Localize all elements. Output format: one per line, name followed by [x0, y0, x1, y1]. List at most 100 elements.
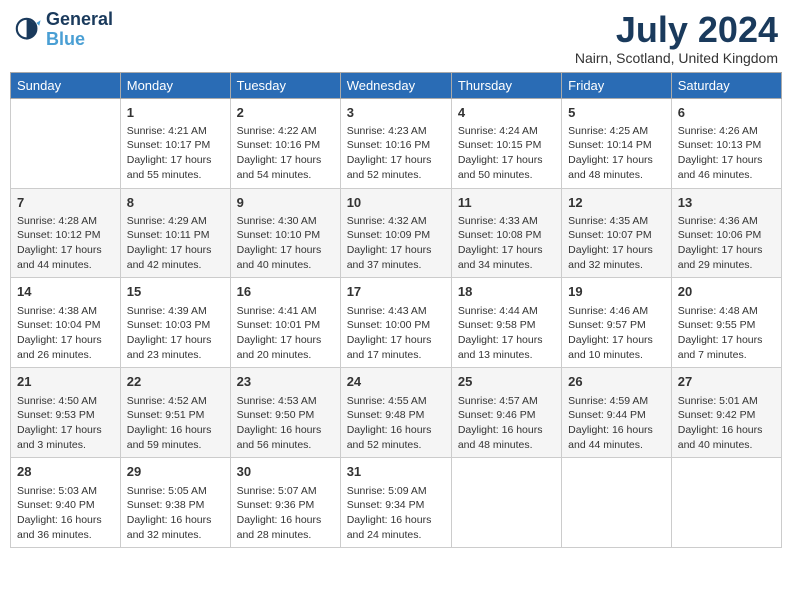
calendar-cell: 5Sunrise: 4:25 AM Sunset: 10:14 PM Dayli… [562, 98, 672, 188]
calendar-table: SundayMondayTuesdayWednesdayThursdayFrid… [10, 72, 782, 549]
day-info: Sunrise: 4:38 AM Sunset: 10:04 PM Daylig… [17, 304, 114, 363]
day-header-saturday: Saturday [671, 72, 781, 98]
day-header-tuesday: Tuesday [230, 72, 340, 98]
day-info: Sunrise: 4:44 AM Sunset: 9:58 PM Dayligh… [458, 304, 555, 363]
day-number: 17 [347, 283, 445, 301]
calendar-cell: 12 Sunrise: 4:35 AM Sunset: 10:07 PM Dayl… [562, 188, 672, 278]
calendar-cell: 28 Sunrise: 5:03 AM Sunset: 9:40 PM Dayli… [11, 458, 121, 548]
day-number: 13 [678, 194, 775, 212]
day-number: 31 [347, 463, 445, 481]
day-info: Sunrise: 4:30 AM Sunset: 10:10 PM Daylig… [237, 214, 334, 273]
week-row-4: 21Sunrise: 4:50 AM Sunset: 9:53 PM Dayli… [11, 368, 782, 458]
week-row-2: 7Sunrise: 4:28 AM Sunset: 10:12 PM Dayli… [11, 188, 782, 278]
calendar-cell: 1Sunrise: 4:21 AM Sunset: 10:17 PM Dayli… [120, 98, 230, 188]
calendar-cell: 25Sunrise: 4:57 AM Sunset: 9:46 PM Dayli… [451, 368, 561, 458]
calendar-cell: 19 Sunrise: 4:46 AM Sunset: 9:57 PM Dayli… [562, 278, 672, 368]
day-header-thursday: Thursday [451, 72, 561, 98]
page-header: General Blue July 2024 Nairn, Scotland, … [10, 10, 782, 66]
week-row-1: 1Sunrise: 4:21 AM Sunset: 10:17 PM Dayli… [11, 98, 782, 188]
day-number: 14 [17, 283, 114, 301]
week-row-5: 28 Sunrise: 5:03 AM Sunset: 9:40 PM Dayli… [11, 458, 782, 548]
day-number: 29 [127, 463, 224, 481]
calendar-cell [671, 458, 781, 548]
calendar-cell: 9 Sunrise: 4:30 AM Sunset: 10:10 PM Dayli… [230, 188, 340, 278]
day-number: 4 [458, 104, 555, 122]
day-header-wednesday: Wednesday [340, 72, 451, 98]
logo-icon [14, 16, 42, 44]
calendar-cell [562, 458, 672, 548]
day-info: Sunrise: 4:41 AM Sunset: 10:01 PM Daylig… [237, 304, 334, 363]
day-number: 6 [678, 104, 775, 122]
calendar-cell: 20Sunrise: 4:48 AM Sunset: 9:55 PM Dayli… [671, 278, 781, 368]
day-number: 8 [127, 194, 224, 212]
day-number: 23 [237, 373, 334, 391]
day-info: Sunrise: 5:01 AM Sunset: 9:42 PM Dayligh… [678, 394, 775, 453]
day-info: Sunrise: 5:05 AM Sunset: 9:38 PM Dayligh… [127, 484, 224, 543]
day-number: 24 [347, 373, 445, 391]
day-info: Sunrise: 4:32 AM Sunset: 10:09 PM Daylig… [347, 214, 445, 273]
day-number: 9 [237, 194, 334, 212]
calendar-cell: 21Sunrise: 4:50 AM Sunset: 9:53 PM Dayli… [11, 368, 121, 458]
day-number: 21 [17, 373, 114, 391]
day-info: Sunrise: 4:29 AM Sunset: 10:11 PM Daylig… [127, 214, 224, 273]
calendar-cell: 24 Sunrise: 4:55 AM Sunset: 9:48 PM Dayli… [340, 368, 451, 458]
day-number: 26 [568, 373, 665, 391]
calendar-cell: 29 Sunrise: 5:05 AM Sunset: 9:38 PM Dayli… [120, 458, 230, 548]
day-info: Sunrise: 5:03 AM Sunset: 9:40 PM Dayligh… [17, 484, 114, 543]
calendar-cell: 11Sunrise: 4:33 AM Sunset: 10:08 PM Dayl… [451, 188, 561, 278]
location: Nairn, Scotland, United Kingdom [575, 50, 778, 66]
day-number: 19 [568, 283, 665, 301]
day-info: Sunrise: 4:39 AM Sunset: 10:03 PM Daylig… [127, 304, 224, 363]
calendar-cell [451, 458, 561, 548]
day-info: Sunrise: 4:48 AM Sunset: 9:55 PM Dayligh… [678, 304, 775, 363]
week-row-3: 14 Sunrise: 4:38 AM Sunset: 10:04 PM Dayl… [11, 278, 782, 368]
day-info: Sunrise: 4:22 AM Sunset: 10:16 PM Daylig… [237, 124, 334, 183]
calendar-cell: 16 Sunrise: 4:41 AM Sunset: 10:01 PM Dayl… [230, 278, 340, 368]
day-header-monday: Monday [120, 72, 230, 98]
calendar-cell: 17 Sunrise: 4:43 AM Sunset: 10:00 PM Dayl… [340, 278, 451, 368]
day-number: 22 [127, 373, 224, 391]
title-block: July 2024 Nairn, Scotland, United Kingdo… [575, 10, 778, 66]
day-info: Sunrise: 4:25 AM Sunset: 10:14 PM Daylig… [568, 124, 665, 183]
day-info: Sunrise: 4:26 AM Sunset: 10:13 PM Daylig… [678, 124, 775, 183]
calendar-cell: 23Sunrise: 4:53 AM Sunset: 9:50 PM Dayli… [230, 368, 340, 458]
day-info: Sunrise: 4:36 AM Sunset: 10:06 PM Daylig… [678, 214, 775, 273]
calendar-cell: 4 Sunrise: 4:24 AM Sunset: 10:15 PM Dayli… [451, 98, 561, 188]
day-number: 2 [237, 104, 334, 122]
day-number: 3 [347, 104, 445, 122]
calendar-cell: 15 Sunrise: 4:39 AM Sunset: 10:03 PM Dayl… [120, 278, 230, 368]
calendar-cell: 27Sunrise: 5:01 AM Sunset: 9:42 PM Dayli… [671, 368, 781, 458]
calendar-cell: 26 Sunrise: 4:59 AM Sunset: 9:44 PM Dayli… [562, 368, 672, 458]
calendar-cell: 22Sunrise: 4:52 AM Sunset: 9:51 PM Dayli… [120, 368, 230, 458]
calendar-cell: 10 Sunrise: 4:32 AM Sunset: 10:09 PM Dayl… [340, 188, 451, 278]
day-info: Sunrise: 4:43 AM Sunset: 10:00 PM Daylig… [347, 304, 445, 363]
day-number: 30 [237, 463, 334, 481]
day-info: Sunrise: 4:24 AM Sunset: 10:15 PM Daylig… [458, 124, 555, 183]
day-number: 10 [347, 194, 445, 212]
day-number: 1 [127, 104, 224, 122]
logo-text: General Blue [46, 10, 113, 50]
calendar-cell: 7Sunrise: 4:28 AM Sunset: 10:12 PM Dayli… [11, 188, 121, 278]
day-info: Sunrise: 5:07 AM Sunset: 9:36 PM Dayligh… [237, 484, 334, 543]
day-info: Sunrise: 5:09 AM Sunset: 9:34 PM Dayligh… [347, 484, 445, 543]
day-number: 18 [458, 283, 555, 301]
month-title: July 2024 [575, 10, 778, 50]
day-info: Sunrise: 4:35 AM Sunset: 10:07 PM Daylig… [568, 214, 665, 273]
calendar-cell: 14 Sunrise: 4:38 AM Sunset: 10:04 PM Dayl… [11, 278, 121, 368]
calendar-cell: 6 Sunrise: 4:26 AM Sunset: 10:13 PM Dayli… [671, 98, 781, 188]
day-number: 15 [127, 283, 224, 301]
day-info: Sunrise: 4:55 AM Sunset: 9:48 PM Dayligh… [347, 394, 445, 453]
calendar-cell: 31 Sunrise: 5:09 AM Sunset: 9:34 PM Dayli… [340, 458, 451, 548]
calendar-cell: 13 Sunrise: 4:36 AM Sunset: 10:06 PM Dayl… [671, 188, 781, 278]
calendar-cell: 2 Sunrise: 4:22 AM Sunset: 10:16 PM Dayli… [230, 98, 340, 188]
calendar-cell: 3Sunrise: 4:23 AM Sunset: 10:16 PM Dayli… [340, 98, 451, 188]
day-number: 28 [17, 463, 114, 481]
day-number: 16 [237, 283, 334, 301]
day-info: Sunrise: 4:59 AM Sunset: 9:44 PM Dayligh… [568, 394, 665, 453]
day-info: Sunrise: 4:46 AM Sunset: 9:57 PM Dayligh… [568, 304, 665, 363]
day-number: 25 [458, 373, 555, 391]
day-info: Sunrise: 4:33 AM Sunset: 10:08 PM Daylig… [458, 214, 555, 273]
day-number: 12 [568, 194, 665, 212]
logo: General Blue [14, 10, 113, 50]
calendar-cell [11, 98, 121, 188]
